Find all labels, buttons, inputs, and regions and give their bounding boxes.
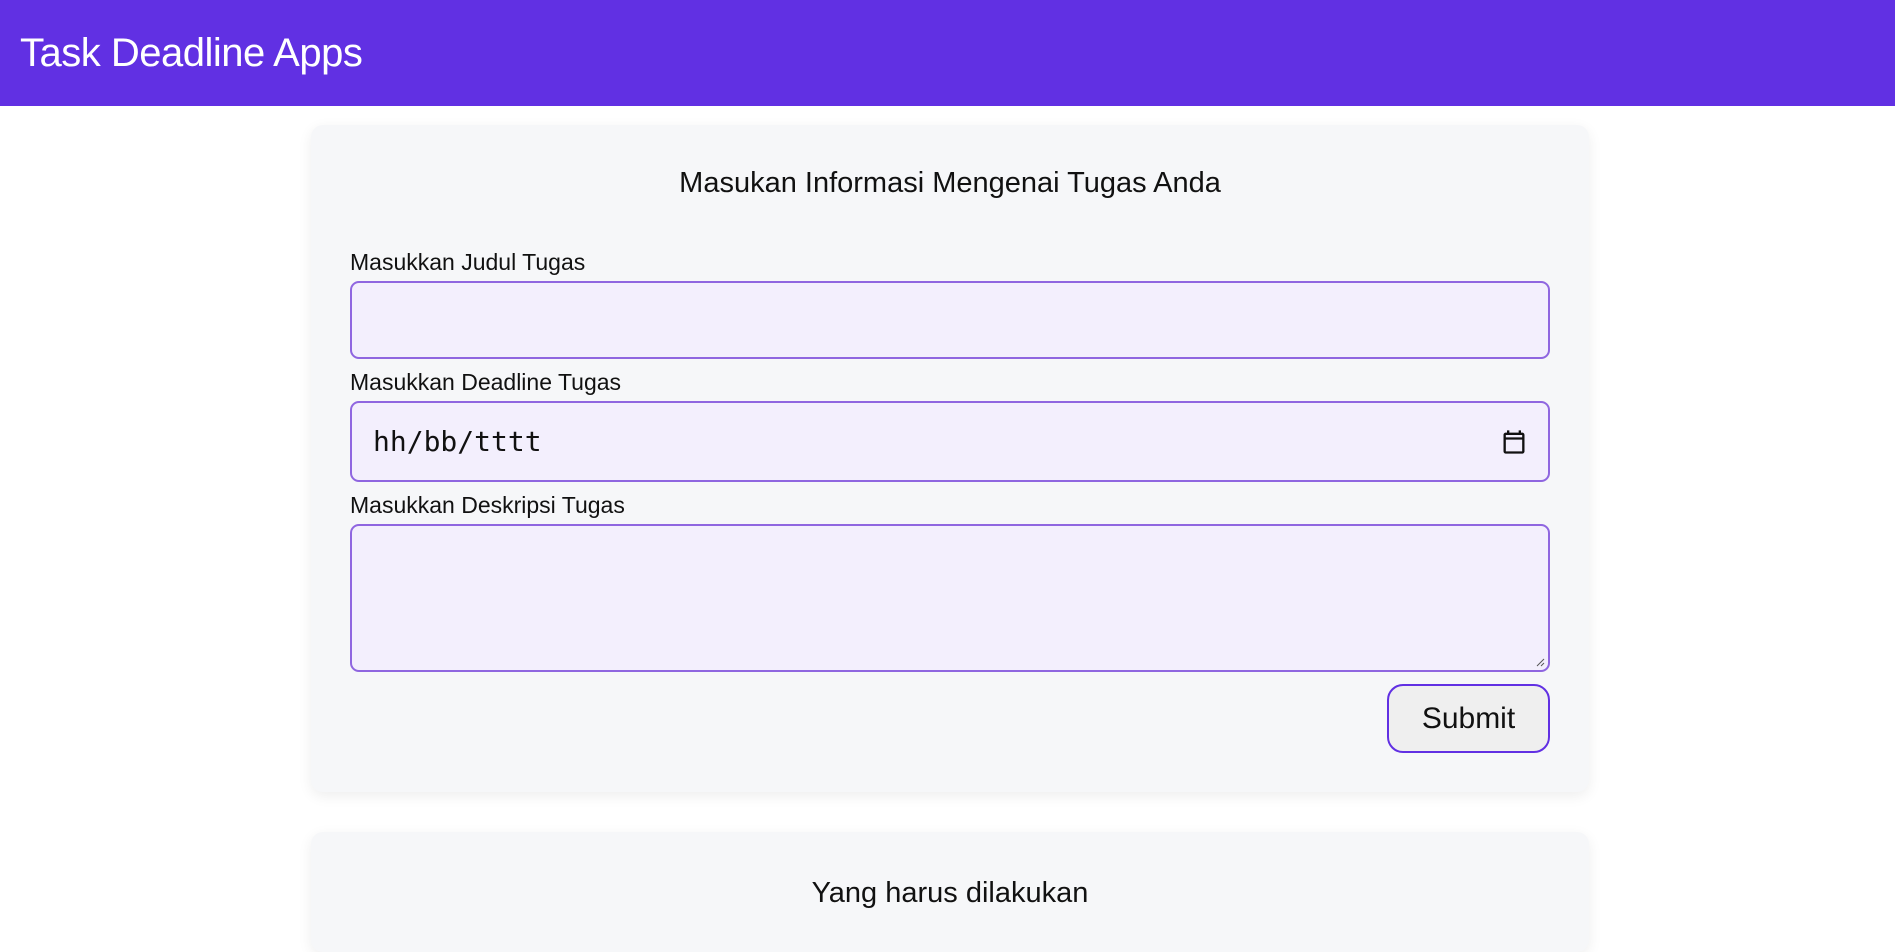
title-input[interactable] (350, 281, 1550, 359)
deadline-date-input[interactable]: hh/bb/tttt (350, 401, 1550, 482)
description-label: Masukkan Deskripsi Tugas (350, 492, 625, 518)
task-form-card: Masukan Informasi Mengenai Tugas Anda Ma… (311, 125, 1589, 792)
app-title: Task Deadline Apps (20, 30, 363, 75)
submit-button[interactable]: Submit (1387, 684, 1550, 753)
calendar-icon[interactable] (1500, 428, 1528, 456)
form-heading: Masukan Informasi Mengenai Tugas Anda (679, 167, 1221, 199)
description-textarea[interactable] (350, 524, 1550, 672)
title-label: Masukkan Judul Tugas (350, 249, 586, 275)
deadline-placeholder: hh/bb/tttt (373, 425, 542, 458)
resize-handle-icon[interactable] (1535, 657, 1545, 667)
app-header: Task Deadline Apps (0, 0, 1895, 106)
deadline-label: Masukkan Deadline Tugas (350, 369, 622, 395)
todo-heading: Yang harus dilakukan (811, 877, 1089, 909)
todo-card: Yang harus dilakukan (311, 832, 1589, 952)
